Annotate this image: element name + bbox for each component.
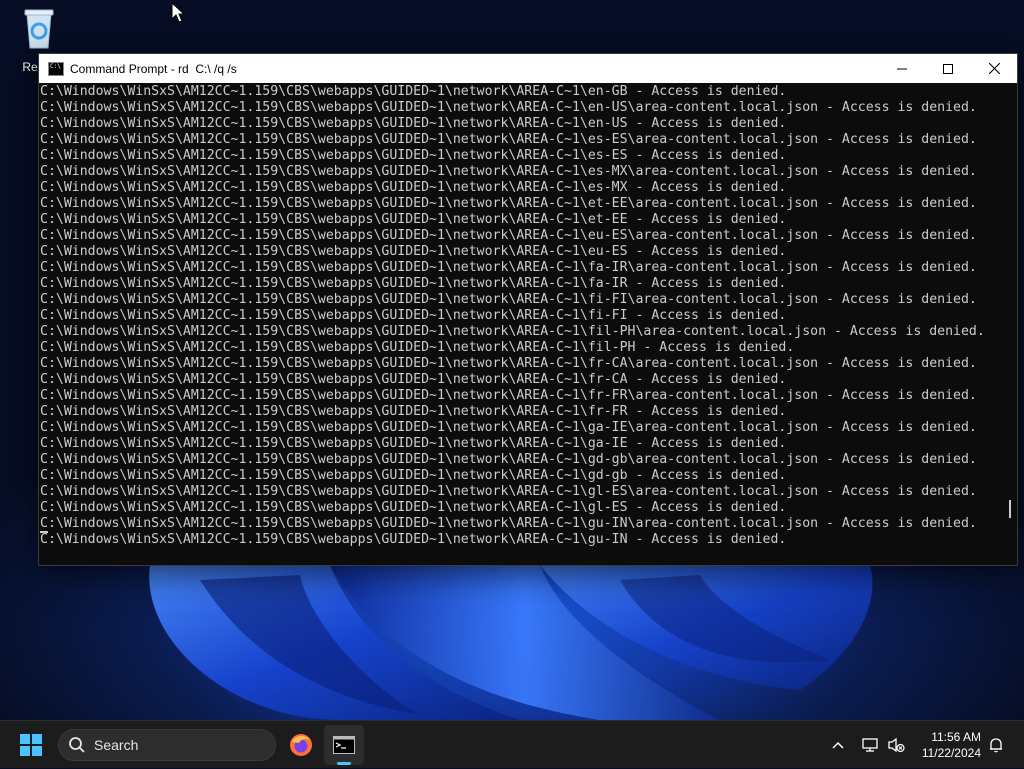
notification-bell-icon [990,738,1002,753]
active-app-indicator [337,762,351,765]
start-button[interactable] [20,734,42,756]
console-line: C:\Windows\WinSxS\AM12CC~1.159\CBS\webap… [40,132,977,147]
console-line: C:\Windows\WinSxS\AM12CC~1.159\CBS\webap… [40,228,977,243]
volume-muted-icon [888,737,905,753]
windows-logo-icon [20,746,30,756]
console-line: C:\Windows\WinSxS\AM12CC~1.159\CBS\webap… [40,484,977,499]
volume-button[interactable] [884,721,908,769]
clock-date: 11/22/2024 [921,746,981,760]
text-cursor [40,531,48,533]
console-output[interactable]: C:\Windows\WinSxS\AM12CC~1.159\CBS\webap… [39,83,1017,565]
network-status-button[interactable] [858,721,882,769]
minimize-icon [897,68,907,69]
console-line: C:\Windows\WinSxS\AM12CC~1.159\CBS\webap… [40,180,787,195]
network-icon [862,738,878,752]
window-title: Command Prompt - rd C:\ /q /s [70,61,237,76]
command-prompt-window[interactable]: Command Prompt - rd C:\ /q /s C:\Windows… [38,53,1018,566]
cmd-app-icon [48,61,64,76]
firefox-icon [290,734,312,756]
console-line: C:\Windows\WinSxS\AM12CC~1.159\CBS\webap… [40,148,787,163]
console-line: C:\Windows\WinSxS\AM12CC~1.159\CBS\webap… [40,308,787,323]
console-line: C:\Windows\WinSxS\AM12CC~1.159\CBS\webap… [40,244,787,259]
console-line: C:\Windows\WinSxS\AM12CC~1.159\CBS\webap… [40,356,977,371]
console-line: C:\Windows\WinSxS\AM12CC~1.159\CBS\webap… [40,116,787,131]
console-line: C:\Windows\WinSxS\AM12CC~1.159\CBS\webap… [40,164,977,179]
mouse-cursor-icon [171,2,185,23]
show-hidden-icons-button[interactable] [826,721,850,769]
console-line: C:\Windows\WinSxS\AM12CC~1.159\CBS\webap… [40,84,787,99]
taskbar-search-box[interactable]: Search [58,729,276,761]
search-icon [69,737,85,753]
console-line: C:\Windows\WinSxS\AM12CC~1.159\CBS\webap… [40,292,977,307]
console-line: C:\Windows\WinSxS\AM12CC~1.159\CBS\webap… [40,420,977,435]
console-line: C:\Windows\WinSxS\AM12CC~1.159\CBS\webap… [40,372,787,387]
console-line: C:\Windows\WinSxS\AM12CC~1.159\CBS\webap… [40,340,795,355]
windows-logo-icon [32,734,42,744]
minimize-button[interactable] [879,54,925,83]
search-placeholder: Search [94,737,139,753]
console-line: C:\Windows\WinSxS\AM12CC~1.159\CBS\webap… [40,196,977,211]
chevron-up-icon [832,741,844,749]
notifications-button[interactable] [984,721,1008,769]
taskbar: Search 11:56 AM 11/22/2024 [0,720,1024,768]
console-line: C:\Windows\WinSxS\AM12CC~1.159\CBS\webap… [40,100,977,115]
console-line: C:\Windows\WinSxS\AM12CC~1.159\CBS\webap… [40,404,787,419]
console-line: C:\Windows\WinSxS\AM12CC~1.159\CBS\webap… [40,532,787,547]
taskbar-app-firefox[interactable] [281,725,321,765]
close-icon [988,63,1000,74]
console-line: C:\Windows\WinSxS\AM12CC~1.159\CBS\webap… [40,260,977,275]
recycle-bin-icon [24,9,54,49]
terminal-icon [333,736,355,754]
console-line: C:\Windows\WinSxS\AM12CC~1.159\CBS\webap… [40,500,787,515]
windows-logo-icon [32,746,42,756]
console-line: C:\Windows\WinSxS\AM12CC~1.159\CBS\webap… [40,436,787,451]
console-line: C:\Windows\WinSxS\AM12CC~1.159\CBS\webap… [40,452,977,467]
taskbar-app-terminal[interactable] [324,725,364,765]
console-line: C:\Windows\WinSxS\AM12CC~1.159\CBS\webap… [40,276,787,291]
windows-logo-icon [20,734,30,744]
maximize-button[interactable] [925,54,971,83]
console-line: C:\Windows\WinSxS\AM12CC~1.159\CBS\webap… [40,516,977,531]
scrollbar-thumb[interactable] [1009,500,1011,518]
clock-time: 11:56 AM [931,730,981,744]
maximize-icon [943,63,953,74]
console-line: C:\Windows\WinSxS\AM12CC~1.159\CBS\webap… [40,212,787,227]
console-line: C:\Windows\WinSxS\AM12CC~1.159\CBS\webap… [40,468,787,483]
system-clock[interactable]: 11:56 AM 11/22/2024 [922,729,981,761]
close-button[interactable] [971,54,1017,83]
console-line: C:\Windows\WinSxS\AM12CC~1.159\CBS\webap… [40,324,985,339]
title-bar[interactable]: Command Prompt - rd C:\ /q /s [39,54,1017,83]
console-line: C:\Windows\WinSxS\AM12CC~1.159\CBS\webap… [40,388,977,403]
